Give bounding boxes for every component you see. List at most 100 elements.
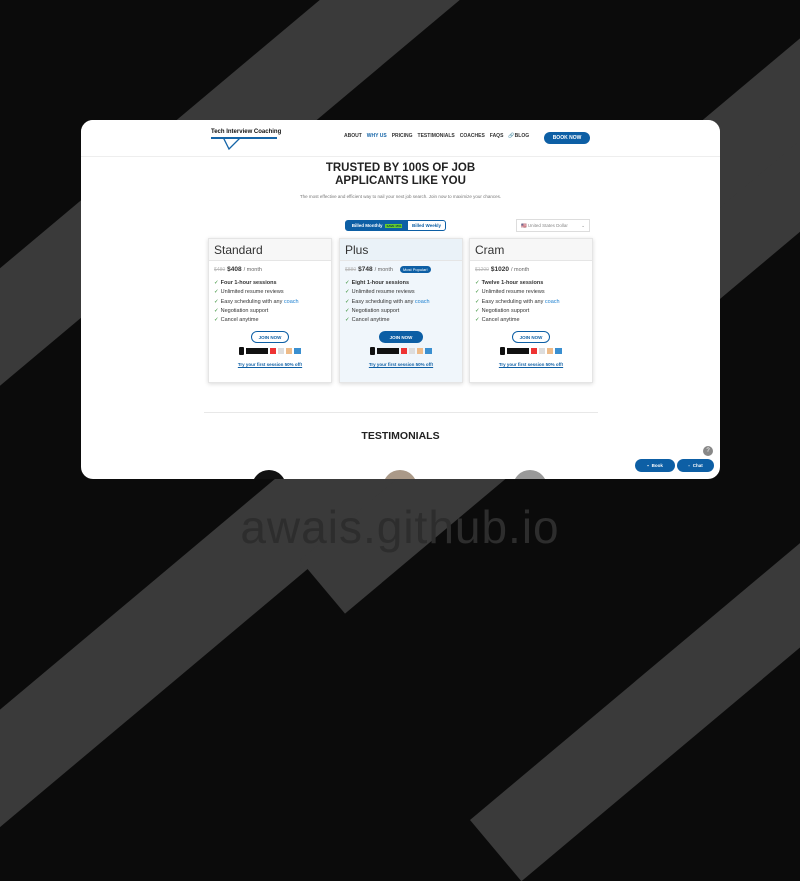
feature-text: Unlimited resume reviews (481, 289, 545, 296)
main-nav: ABOUT WHY US PRICING TESTIMONIALS COACHE… (344, 133, 529, 139)
try-discount-link[interactable]: Try your first session 50% off! (340, 362, 462, 367)
billed-monthly-tab[interactable]: Billed Monthly SAVE 15% (346, 221, 408, 230)
avatar (513, 470, 547, 479)
check-icon: ✓ (214, 280, 219, 286)
feature-item: ✓ Negotiation support (345, 307, 457, 316)
title-line-2: APPLICANTS LIKE YOU (335, 175, 466, 187)
visa-icon (539, 348, 545, 355)
chat-icon: ▫ (688, 463, 690, 468)
billed-weekly-tab[interactable]: Billed Weekly (408, 221, 445, 230)
mastercard-icon (401, 348, 407, 355)
feature-item: ✓ Cancel anytime (345, 316, 457, 325)
book-float-button[interactable]: ▪ Book (635, 459, 675, 472)
stripe-icon (377, 348, 399, 355)
current-price: $408 (227, 266, 242, 273)
save-badge: SAVE 15% (385, 223, 403, 228)
check-icon: ✓ (475, 317, 480, 324)
coach-link[interactable]: coach (284, 299, 299, 305)
lock-icon (500, 347, 505, 356)
feature-item: ✓ Cancel anytime (214, 316, 326, 325)
nav-about[interactable]: ABOUT (344, 133, 362, 139)
plan-price: $1200 $1020/ month (470, 261, 592, 273)
nav-coaches[interactable]: COACHES (460, 133, 485, 139)
feature-item: ✓ Easy scheduling with any coach (345, 298, 457, 307)
feature-sessions: Four 1-hour sessions (220, 280, 277, 286)
check-icon: ✓ (214, 307, 219, 314)
check-icon: ✓ (345, 317, 350, 324)
join-now-button[interactable]: JOIN NOW (251, 331, 289, 344)
nav-blog-label: BLOG (514, 133, 530, 139)
title-line-1: TRUSTED BY 100S OF JOB (325, 162, 476, 174)
plan-name: Plus (340, 239, 462, 261)
join-now-button[interactable]: JOIN NOW (512, 331, 550, 344)
feature-item: ✓ Four 1-hour sessions (214, 279, 326, 288)
nav-testimonials[interactable]: TESTIMONIALS (418, 133, 455, 139)
check-icon: ✓ (475, 298, 480, 305)
logo-text: Tech Interview Coaching (211, 129, 282, 135)
nav-pricing[interactable]: PRICING (392, 133, 413, 139)
nav-why-us[interactable]: WHY US (367, 133, 387, 139)
current-price: $748 (358, 266, 373, 273)
try-discount-link[interactable]: Try your first session 50% off! (209, 362, 331, 367)
mastercard-icon (531, 348, 537, 355)
feature-text: Negotiation support (351, 307, 400, 314)
stripe-icon (246, 348, 268, 355)
join-now-button[interactable]: JOIN NOW (379, 331, 423, 344)
amex-icon (294, 348, 301, 355)
watermark: awais.github.io (240, 501, 560, 553)
visa-icon (409, 348, 415, 355)
check-icon: ✓ (345, 280, 350, 286)
feature-item: ✓ Easy scheduling with any coach (214, 298, 326, 307)
feature-list: ✓ Four 1-hour sessions ✓ Unlimited resume … (209, 273, 331, 325)
calendar-icon: ▪ (647, 463, 649, 468)
page-title: TRUSTED BY 100S OF JOB APPLICANTS LIKE YO… (81, 162, 720, 188)
help-icon[interactable]: ? (703, 446, 713, 456)
feature-text: Negotiation support (220, 307, 269, 314)
plan-name: Standard (209, 239, 331, 261)
plan-name: Cram (470, 239, 592, 261)
feature-sessions: Eight 1-hour sessions (351, 280, 410, 286)
feature-sessions: Twelve 1-hour sessions (481, 280, 544, 286)
plan-price: $880 $748/ month Most Popular! (340, 261, 462, 273)
plan-card-standard: Standard $480 $408/ month ✓ Four 1-hour se… (208, 238, 332, 383)
book-now-button[interactable]: BOOK NOW (544, 132, 590, 144)
check-icon: ✓ (345, 307, 350, 314)
old-price: $1200 (475, 266, 489, 273)
check-icon: ✓ (214, 298, 219, 305)
chevron-down-icon: ⌄ (581, 223, 585, 228)
coach-link[interactable]: coach (545, 299, 560, 305)
feature-text: Unlimited resume reviews (220, 289, 284, 296)
check-icon: ✓ (214, 289, 219, 296)
lock-icon (370, 347, 375, 356)
check-icon: ✓ (475, 280, 480, 286)
try-discount-link[interactable]: Try your first session 50% off! (470, 362, 592, 367)
coach-link[interactable]: coach (415, 299, 430, 305)
chat-float-button[interactable]: ▫ Chat (677, 459, 714, 472)
feature-item: ✓ Unlimited resume reviews (345, 288, 457, 297)
feature-item: ✓ Unlimited resume reviews (214, 288, 326, 297)
nav-blog[interactable]: 🔗BLOG (508, 133, 529, 139)
logo-mark-icon (223, 137, 242, 151)
payment-badges (209, 347, 331, 356)
site-header: Tech Interview Coaching ABOUT WHY US PRI… (81, 120, 720, 157)
lock-icon (239, 347, 244, 356)
currency-select[interactable]: 🇺🇸 United States Dollar ⌄ (516, 219, 590, 232)
payment-badges (340, 347, 462, 356)
visa-icon (278, 348, 284, 355)
logo[interactable]: Tech Interview Coaching (211, 129, 282, 151)
feature-text: Easy scheduling with any (481, 298, 544, 305)
amex-icon (555, 348, 562, 355)
nav-faqs[interactable]: FAQS (490, 133, 504, 139)
feature-text: Easy scheduling with any (220, 298, 283, 305)
current-price: $1020 (490, 266, 509, 273)
feature-text: Negotiation support (481, 307, 530, 314)
feature-text: Cancel anytime (351, 317, 390, 324)
plan-card-cram: Cram $1200 $1020/ month ✓ Twelve 1-hour se… (469, 238, 593, 383)
price-period: / month (374, 266, 393, 273)
discover-icon (547, 348, 553, 355)
browser-window: Tech Interview Coaching ABOUT WHY US PRI… (81, 120, 720, 479)
feature-item: ✓ Eight 1-hour sessions (345, 279, 457, 288)
check-icon: ✓ (475, 289, 480, 296)
feature-list: ✓ Eight 1-hour sessions ✓ Unlimited resume… (340, 273, 462, 325)
testimonials-heading: TESTIMONIALS (361, 430, 440, 442)
